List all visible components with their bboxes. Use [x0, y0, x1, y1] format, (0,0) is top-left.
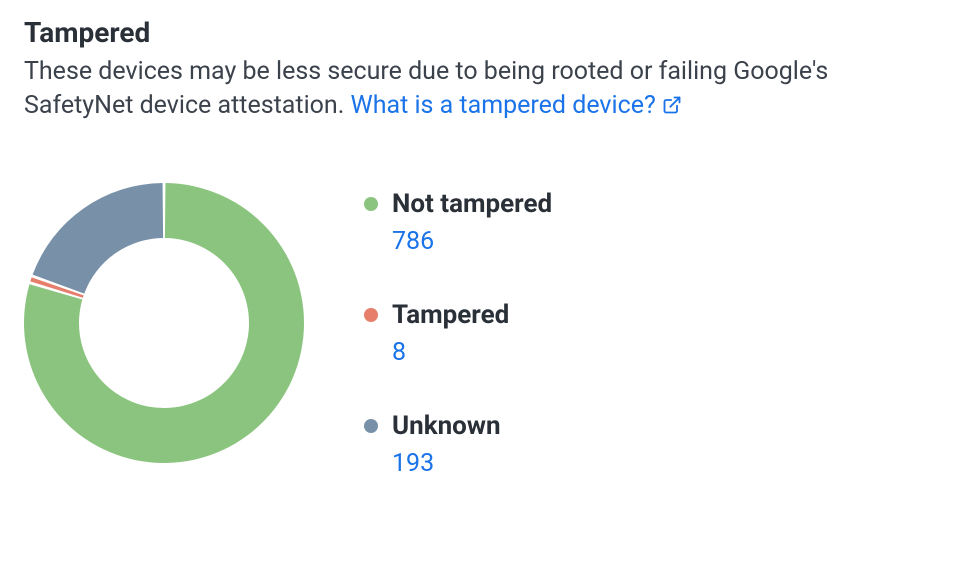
legend-value-link[interactable]: 193: [392, 449, 552, 478]
learn-more-link[interactable]: What is a tampered device?: [351, 91, 682, 120]
legend-value-link[interactable]: 8: [392, 338, 552, 367]
legend-dot-icon: [364, 419, 378, 433]
chart-area: Not tampered 786 Tampered 8 Unknown 193: [24, 183, 946, 478]
legend-item: Unknown 193: [364, 411, 552, 478]
legend-row: Unknown: [364, 411, 552, 441]
legend-row: Not tampered: [364, 189, 552, 219]
legend-label: Not tampered: [392, 189, 552, 219]
legend-row: Tampered: [364, 300, 552, 330]
chart-legend: Not tampered 786 Tampered 8 Unknown 193: [364, 183, 552, 478]
legend-dot-icon: [364, 197, 378, 211]
donut-slice: [33, 183, 163, 294]
external-link-icon: [662, 95, 682, 115]
learn-more-link-text: What is a tampered device?: [351, 91, 656, 120]
legend-value-link[interactable]: 786: [392, 227, 552, 256]
legend-label: Unknown: [392, 411, 501, 441]
section-description: These devices may be less secure due to …: [24, 55, 924, 123]
header-block: Tampered These devices may be less secur…: [24, 16, 946, 123]
legend-dot-icon: [364, 308, 378, 322]
legend-item: Tampered 8: [364, 300, 552, 367]
legend-item: Not tampered 786: [364, 189, 552, 256]
legend-label: Tampered: [392, 300, 509, 330]
donut-chart: [24, 183, 304, 463]
section-title: Tampered: [24, 16, 946, 49]
